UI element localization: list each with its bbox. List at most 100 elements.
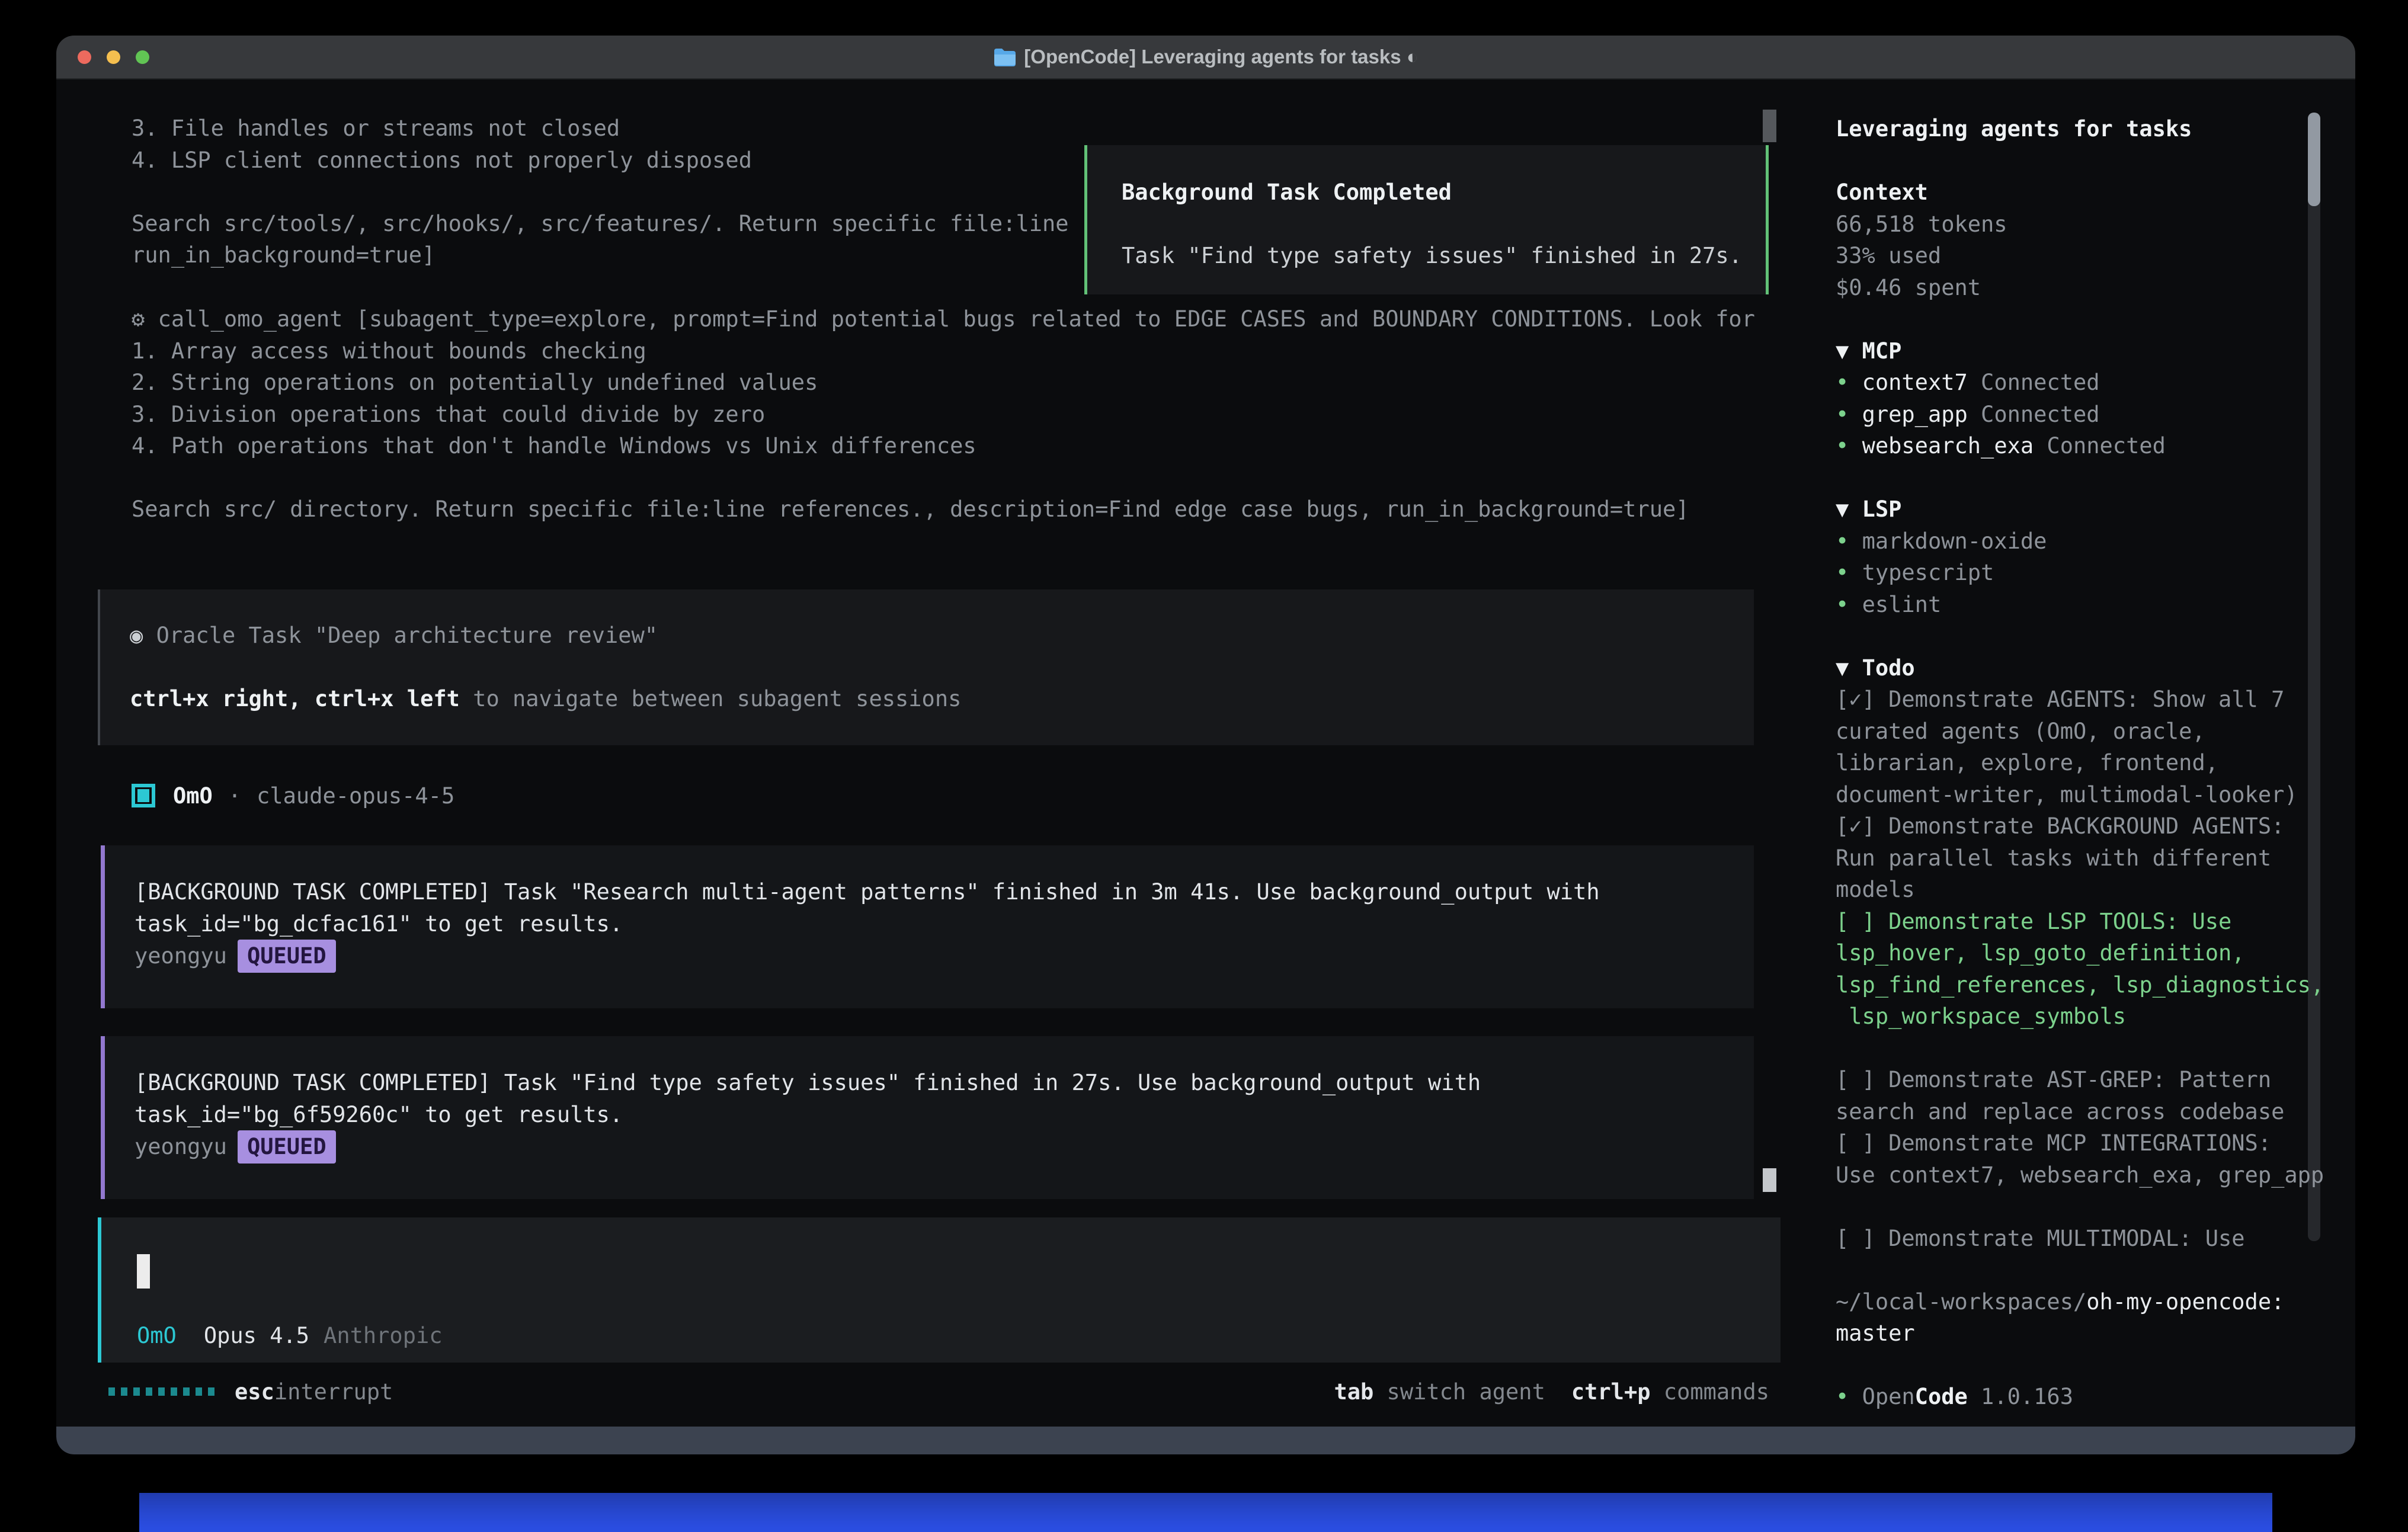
status-badge: QUEUED <box>238 1130 336 1164</box>
agent-model: claude-opus-4-5 <box>257 783 454 809</box>
text-cursor <box>137 1254 150 1289</box>
ctrlp-key-hint: ctrl+p <box>1571 1379 1651 1405</box>
titlebar[interactable]: [OpenCode] Leveraging agents for tasks ◐ <box>56 36 2355 79</box>
sidebar: Leveraging agents for tasks Context66,51… <box>1836 113 2327 1413</box>
agent-checkbox-icon <box>132 784 155 807</box>
terminal-line <box>130 652 1754 684</box>
spinner-dot <box>158 1387 165 1396</box>
oracle-task-box: ◉ Oracle Task "Deep architecture review"… <box>98 589 1754 745</box>
window-footer-bar <box>56 1427 2355 1454</box>
minimize-button[interactable] <box>107 50 120 64</box>
terminal-line: • grep_app Connected <box>1836 399 2327 431</box>
status-left: esc interrupt <box>108 1379 393 1405</box>
terminal-line: 2. String operations on potentially unde… <box>132 367 1755 399</box>
terminal-line: Search src/tools/, src/hooks/, src/featu… <box>132 208 1069 240</box>
terminal-line: Search src/ directory. Return specific f… <box>132 493 1755 525</box>
terminal-line <box>1122 209 1766 241</box>
main-scrollbar-thumb[interactable] <box>1763 110 1776 142</box>
terminal-line: master <box>1836 1318 2327 1350</box>
terminal-line: [✓] Demonstrate BACKGROUND AGENTS: <box>1836 810 2327 842</box>
task2-lines: [BACKGROUND TASK COMPLETED] Task "Find t… <box>135 1067 1754 1130</box>
terminal-line: 3. Division operations that could divide… <box>132 399 1755 431</box>
terminal-line: • typescript <box>1836 557 2327 589</box>
notification-lines: Background Task Completed Task "Find typ… <box>1122 177 1766 272</box>
terminal-line: ⚙ call_omo_agent [subagent_type=explore,… <box>132 303 1755 335</box>
terminal-line <box>1836 1350 2327 1382</box>
spinner-dot <box>196 1387 202 1396</box>
terminal-line: [ ] Demonstrate MULTIMODAL: Use <box>1836 1223 2327 1255</box>
task1-user-row: yeongyu QUEUED <box>135 940 1754 973</box>
background-task-message-1: [BACKGROUND TASK COMPLETED] Task "Resear… <box>101 845 1754 1008</box>
separator-dot: · <box>228 783 241 809</box>
spinner-dot <box>183 1387 190 1396</box>
terminal-line: models <box>1836 874 2327 906</box>
terminal-line: curated agents (OmO, oracle, <box>1836 716 2327 748</box>
terminal-line: • markdown-oxide <box>1836 525 2327 557</box>
terminal-line: [ ] Demonstrate LSP TOOLS: Use <box>1836 906 2327 938</box>
terminal-line <box>1836 303 2327 335</box>
esc-key-hint: esc <box>235 1379 274 1405</box>
terminal-line: $0.46 spent <box>1836 272 2327 304</box>
spinner-dot <box>171 1387 177 1396</box>
terminal-line <box>132 462 1755 494</box>
oracle-task-lines: ◉ Oracle Task "Deep architecture review"… <box>130 620 1754 715</box>
folder-icon <box>993 47 1016 66</box>
terminal-line: • eslint <box>1836 589 2327 621</box>
terminal-line <box>132 176 1069 208</box>
task2-user-row: yeongyuQUEUED <box>135 1130 1754 1164</box>
terminal-line: ▼ LSP <box>1836 493 2327 525</box>
input-agent-name: OmO <box>137 1323 177 1348</box>
terminal-line <box>1836 1191 2327 1223</box>
terminal-line: • websearch_exa Connected <box>1836 430 2327 462</box>
transcript-top-text: 3. File handles or streams not closed4. … <box>132 113 1069 271</box>
terminal-line: ▼ Todo <box>1836 652 2327 684</box>
terminal-line: librarian, explore, frontend, <box>1836 747 2327 779</box>
status-badge: QUEUED <box>238 940 336 973</box>
input-model-name: Opus 4.5 <box>204 1323 309 1348</box>
terminal-line: [✓] Demonstrate AGENTS: Show all 7 <box>1836 684 2327 716</box>
prompt-input[interactable]: OmO Opus 4.5 Anthropic <box>98 1217 1781 1363</box>
terminal-line <box>1836 620 2327 652</box>
tab-key-label: switch agent <box>1373 1379 1545 1405</box>
terminal-line: ~/local-workspaces/oh-my-opencode: <box>1836 1286 2327 1318</box>
terminal-line: lsp_find_references, lsp_diagnostics, <box>1836 969 2327 1001</box>
terminal-line: ctrl+x right, ctrl+x left to navigate be… <box>130 683 1754 715</box>
terminal-line: 4. Path operations that don't handle Win… <box>132 430 1755 462</box>
terminal-line: task_id="bg_6f59260c" to get results. <box>135 1099 1754 1131</box>
terminal-line: [BACKGROUND TASK COMPLETED] Task "Find t… <box>135 1067 1754 1099</box>
ctrlp-key-label: commands <box>1651 1379 1769 1405</box>
ctrlp-hint-group: ctrl+p commands <box>1571 1379 1769 1405</box>
spinner-dot <box>133 1387 140 1396</box>
spinner-dot <box>121 1387 127 1396</box>
background-task-message-2: [BACKGROUND TASK COMPLETED] Task "Find t… <box>101 1036 1754 1199</box>
terminal-line: Task "Find type safety issues" finished … <box>1122 240 1766 272</box>
username: yeongyu <box>135 943 227 969</box>
terminal-line: search and replace across codebase <box>1836 1096 2327 1128</box>
terminal-line: lsp_hover, lsp_goto_definition, <box>1836 937 2327 969</box>
spinner-dot <box>146 1387 152 1396</box>
desktop-wallpaper-strip <box>139 1493 2272 1532</box>
status-bar: esc interrupt tab switch agent ctrl+p co… <box>108 1376 1769 1408</box>
esc-key-label: interrupt <box>274 1379 393 1405</box>
terminal-line: task_id="bg_dcfac161" to get results. <box>135 908 1754 940</box>
terminal-line: ▼ MCP <box>1836 335 2327 367</box>
terminal-line: ◉ Oracle Task "Deep architecture review" <box>130 620 1754 652</box>
terminal-line: Context <box>1836 177 2327 209</box>
window-title-group: [OpenCode] Leveraging agents for tasks ◐ <box>993 46 1418 68</box>
terminal-line: • OpenCode 1.0.163 <box>1836 1381 2327 1413</box>
spinner-dots <box>108 1387 214 1396</box>
terminal-line <box>1836 1033 2327 1065</box>
main-scrollbar-indicator[interactable] <box>1763 1168 1776 1192</box>
traffic-lights <box>78 36 149 78</box>
zoom-button[interactable] <box>136 50 149 64</box>
terminal-line <box>1836 1254 2327 1286</box>
model-info-row: OmO Opus 4.5 Anthropic <box>137 1320 443 1351</box>
agent-header-row: OmO · claude-opus-4-5 <box>132 780 454 812</box>
status-right: tab switch agent ctrl+p commands <box>1308 1379 1769 1405</box>
tab-key-hint: tab <box>1334 1379 1373 1405</box>
terminal-line: 66,518 tokens <box>1836 209 2327 241</box>
terminal-line <box>1836 462 2327 494</box>
close-button[interactable] <box>78 50 91 64</box>
terminal-line: [BACKGROUND TASK COMPLETED] Task "Resear… <box>135 876 1754 908</box>
terminal-line: lsp_workspace_symbols <box>1836 1001 2327 1033</box>
